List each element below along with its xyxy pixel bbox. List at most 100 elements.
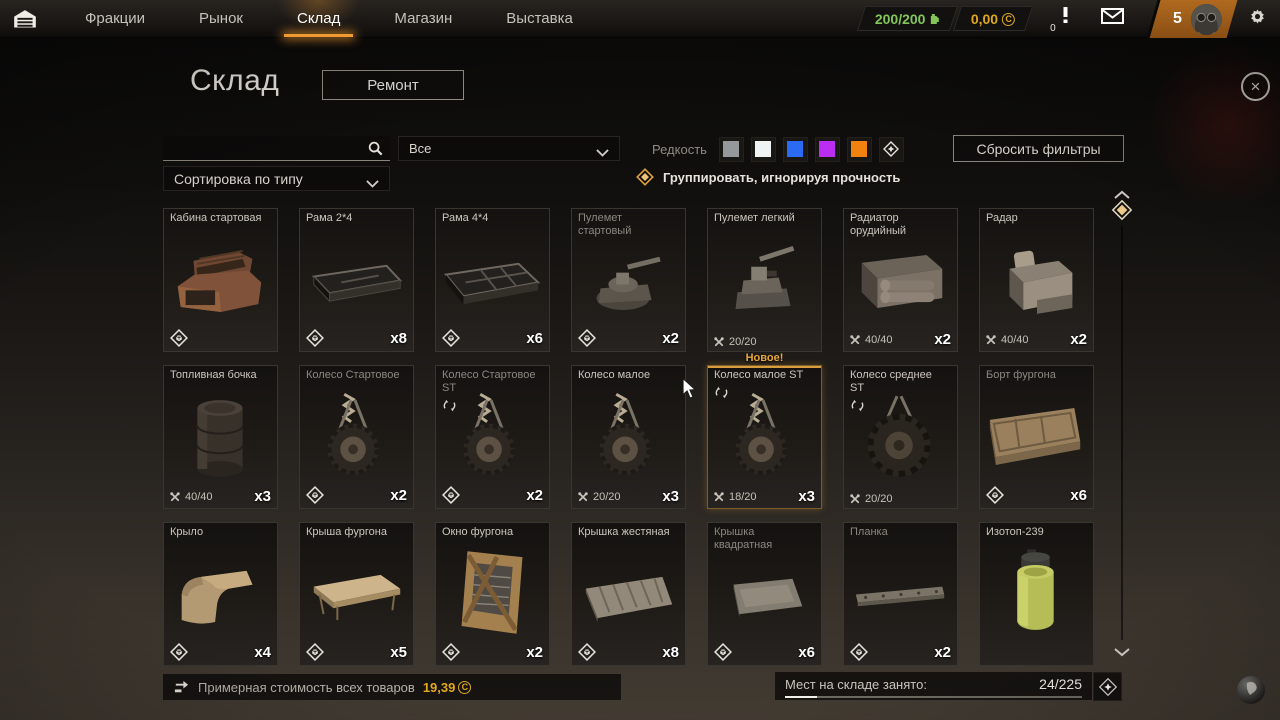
rarity-common-filter[interactable] xyxy=(719,137,744,162)
tab-exhibition[interactable]: Выставка xyxy=(479,0,600,37)
item-image xyxy=(844,539,957,650)
item-card[interactable]: Крыло x4 xyxy=(163,522,278,666)
scroll-down-icon[interactable] xyxy=(1113,644,1131,654)
item-card[interactable]: Пулемет легкий 20/20 xyxy=(707,208,822,352)
tab-market[interactable]: Рынок xyxy=(172,0,270,37)
stack-icon xyxy=(305,485,325,505)
rarity-filter: Редкость xyxy=(652,136,904,162)
item-name: Радиатор орудийный xyxy=(850,212,948,238)
faction-emblem xyxy=(1144,40,1280,210)
item-card[interactable]: Радар 40/40 x2 xyxy=(979,208,1094,352)
item-card[interactable]: Колесо среднее ST 20/20 xyxy=(843,365,958,509)
main-tabs: Фракции Рынок Склад Магазин Выставка xyxy=(58,0,600,37)
tab-shop[interactable]: Магазин xyxy=(367,0,479,37)
scroll-up-icon[interactable] xyxy=(1113,187,1131,197)
durability-value: 18/20 xyxy=(729,491,757,503)
coins-amount: 0,00 xyxy=(971,11,998,27)
item-card[interactable]: Окно фургона x2 xyxy=(435,522,550,666)
avatar[interactable] xyxy=(1191,3,1222,34)
item-card[interactable]: Кабина стартовая xyxy=(163,208,278,352)
stack-icon xyxy=(441,485,461,505)
stack-icon xyxy=(305,328,325,348)
stack-icon xyxy=(169,328,189,348)
rarity-legendary-filter[interactable] xyxy=(847,137,872,162)
rarity-epic-filter[interactable] xyxy=(815,137,840,162)
tab-factions[interactable]: Фракции xyxy=(58,0,172,37)
item-count: x8 xyxy=(662,644,679,661)
steering-icon xyxy=(850,398,865,413)
item-card[interactable]: Борт фургона x6 xyxy=(979,365,1094,509)
item-card[interactable]: Планка x2 xyxy=(843,522,958,666)
item-card[interactable]: Топливная бочка 40/40 x3 xyxy=(163,365,278,509)
player-level-block[interactable]: 5 xyxy=(1147,0,1238,38)
rarity-relic-filter-icon[interactable] xyxy=(879,137,904,162)
item-name: Крыша фургона xyxy=(306,526,404,539)
durability-value: 20/20 xyxy=(865,493,893,505)
garage-icon[interactable] xyxy=(12,8,38,30)
item-image xyxy=(300,539,413,650)
item-image xyxy=(572,382,685,493)
search-field[interactable] xyxy=(163,136,390,161)
item-image xyxy=(164,382,277,493)
rarity-rare-filter[interactable] xyxy=(751,137,776,162)
stack-icon xyxy=(441,328,461,348)
warehouse-screen: Фракции Рынок Склад Магазин Выставка 200… xyxy=(0,0,1280,720)
mouse-hint-icon xyxy=(1237,676,1265,704)
category-value: Все xyxy=(409,141,431,156)
notification-icon[interactable]: 0 xyxy=(1046,7,1084,30)
item-count: x5 xyxy=(390,644,407,661)
item-card[interactable]: Крышка жестяная x8 xyxy=(571,522,686,666)
item-count: x3 xyxy=(662,488,679,505)
rarity-special-filter[interactable] xyxy=(783,137,808,162)
stack-icon xyxy=(305,642,325,662)
item-card[interactable]: Крышка квадратная x6 xyxy=(707,522,822,666)
item-name: Крышка жестяная xyxy=(578,526,676,539)
scroll-diamond-icon[interactable] xyxy=(1111,199,1133,221)
item-image xyxy=(708,539,821,650)
item-name: Борт фургона xyxy=(986,369,1084,382)
wrench-icon xyxy=(577,491,589,503)
new-item-badge: Новое! xyxy=(708,352,821,364)
durability-value: 40/40 xyxy=(1001,334,1029,346)
item-card[interactable]: Рама 4*4 x6 xyxy=(435,208,550,352)
wrench-icon xyxy=(713,491,725,503)
group-ignore-durability-toggle[interactable]: Группировать, игнорируя прочность xyxy=(636,168,900,186)
item-card[interactable]: Радиатор орудийный 40/40 x2 xyxy=(843,208,958,352)
item-card[interactable]: Рама 2*4 x8 xyxy=(299,208,414,352)
coins-indicator: 0,00 C xyxy=(953,6,1033,31)
search-input[interactable] xyxy=(163,141,367,156)
close-icon[interactable]: × xyxy=(1241,72,1270,101)
wrench-icon xyxy=(169,491,181,503)
tab-warehouse[interactable]: Склад xyxy=(270,0,367,37)
item-card[interactable]: Крыша фургона x5 xyxy=(299,522,414,666)
item-name: Крыло xyxy=(170,526,268,539)
sort-dropdown[interactable]: Сортировка по типу xyxy=(163,166,390,191)
mail-icon[interactable] xyxy=(1090,8,1134,29)
item-card[interactable]: Пулемет стартовый x2 xyxy=(571,208,686,352)
steering-icon xyxy=(442,398,457,413)
category-dropdown[interactable]: Все xyxy=(398,136,620,161)
stack-icon xyxy=(713,642,733,662)
durability-value: 40/40 xyxy=(185,491,213,503)
item-card[interactable]: Новое! Колесо малое ST 18/20 x3 xyxy=(707,365,822,509)
scrollbar-track[interactable] xyxy=(1121,226,1123,640)
item-count: x2 xyxy=(390,487,407,504)
reset-filters-button[interactable]: Сбросить фильтры xyxy=(953,135,1124,162)
chevron-down-icon xyxy=(596,145,609,153)
durability: 20/20 xyxy=(713,336,757,348)
item-count: x3 xyxy=(798,488,815,505)
repair-tab-button[interactable]: Ремонт xyxy=(322,70,464,100)
item-card[interactable]: Колесо Стартовое ST x2 xyxy=(435,365,550,509)
durability-value: 20/20 xyxy=(593,491,621,503)
stack-icon xyxy=(577,642,597,662)
gear-icon[interactable] xyxy=(1240,7,1274,31)
item-card[interactable]: Колесо малое 20/20 x3 xyxy=(571,365,686,509)
storage-expand-icon[interactable] xyxy=(1093,672,1122,701)
coin-icon: C xyxy=(1002,12,1015,25)
durability: 20/20 xyxy=(849,493,893,505)
search-icon xyxy=(367,140,383,156)
storage-progress-track xyxy=(785,696,1082,698)
item-card[interactable]: Изотоп-239 xyxy=(979,522,1094,666)
item-card[interactable]: Колесо Стартовое x2 xyxy=(299,365,414,509)
page-title: Склад xyxy=(190,64,279,98)
